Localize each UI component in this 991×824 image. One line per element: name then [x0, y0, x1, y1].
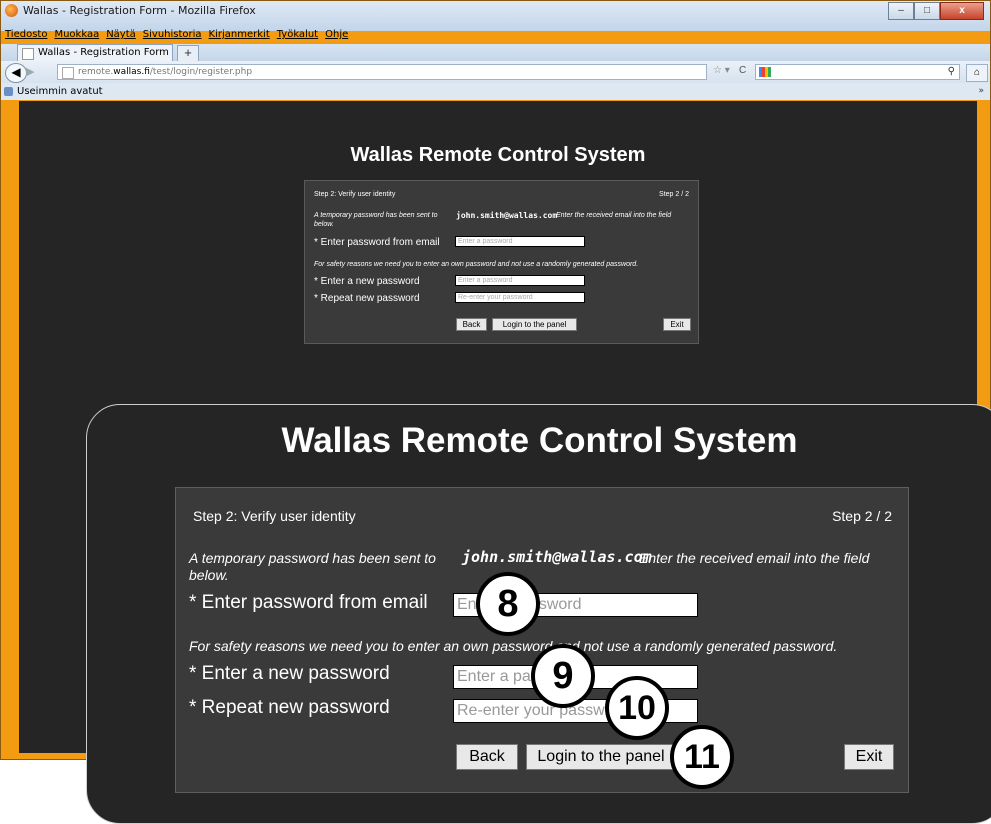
- zoom-exit-button[interactable]: Exit: [844, 744, 894, 770]
- bookmarks-overflow[interactable]: »: [978, 83, 984, 100]
- menu-help[interactable]: Ohje: [325, 29, 348, 43]
- zoom-page-title: Wallas Remote Control System: [281, 421, 798, 460]
- zoom-login-button[interactable]: Login to the panel: [526, 744, 676, 770]
- repeat-password-input[interactable]: Re-enter your password: [455, 292, 585, 303]
- url-path: /test/login/register.php: [149, 67, 253, 77]
- menu-history[interactable]: Sivuhistoria: [143, 29, 202, 43]
- close-button[interactable]: x: [940, 2, 984, 20]
- search-icon[interactable]: ⚲: [948, 66, 955, 77]
- firefox-icon: [5, 4, 18, 17]
- login-button-small[interactable]: Login to the panel: [492, 318, 577, 331]
- reload-icon[interactable]: C: [739, 65, 746, 76]
- tab-strip: Wallas - Registration Form +: [1, 44, 990, 62]
- step-counter: Step 2 / 2: [659, 191, 689, 198]
- zoom-callout: Wallas Remote Control System Step 2: Ver…: [86, 404, 991, 824]
- zoom-user-email: john.smith@wallas.com: [462, 548, 652, 566]
- zoom-safety-message: For safety reasons we need you to enter …: [189, 638, 838, 654]
- forward-arrow-icon: ▶: [26, 66, 35, 78]
- repeat-password-label: * Repeat new password: [314, 293, 420, 304]
- callout-badge-8: 8: [476, 572, 540, 636]
- temp-password-message: A temporary password has been sent to: [314, 212, 438, 219]
- menu-bar: Tiedosto Muokkaa Näytä Sivuhistoria Kirj…: [1, 29, 348, 43]
- menu-file[interactable]: Tiedosto: [5, 29, 47, 43]
- bookmark-star-icon[interactable]: ☆ ▾: [713, 65, 730, 76]
- menu-edit[interactable]: Muokkaa: [54, 29, 99, 43]
- zoom-email-password-label: * Enter password from email: [189, 592, 428, 613]
- home-icon: ⌂: [973, 67, 981, 78]
- back-arrow-icon: ◀: [11, 65, 21, 79]
- zoom-repeat-password-label: * Repeat new password: [189, 697, 390, 718]
- menu-view[interactable]: Näytä: [106, 29, 136, 43]
- page-title: Wallas Remote Control System: [350, 144, 646, 166]
- menu-bookmarks[interactable]: Kirjanmerkit: [209, 29, 270, 43]
- url-domain: wallas.fi: [113, 67, 150, 77]
- tab-registration-form[interactable]: Wallas - Registration Form: [17, 44, 173, 61]
- title-bar: Wallas - Registration Form - Mozilla Fir…: [1, 1, 990, 31]
- zoom-temp-password-instruction-cont: below.: [189, 567, 229, 583]
- window-title: Wallas - Registration Form - Mozilla Fir…: [23, 4, 256, 17]
- callout-badge-10: 10: [605, 676, 669, 740]
- verify-panel: Step 2: Verify user identity Step 2 / 2 …: [304, 180, 699, 344]
- email-password-label: * Enter password from email: [314, 237, 440, 248]
- new-password-input[interactable]: Enter a password: [455, 275, 585, 286]
- email-password-input[interactable]: Enter a password: [455, 236, 585, 247]
- zoom-new-password-label: * Enter a new password: [189, 663, 390, 684]
- bookmark-folder-icon: [4, 87, 13, 96]
- temp-password-instruction: Enter the received email into the field: [556, 212, 672, 219]
- user-email: john.smith@wallas.com: [456, 211, 558, 220]
- safety-message: For safety reasons we need you to enter …: [314, 261, 639, 268]
- back-button[interactable]: ◀: [5, 63, 27, 83]
- url-bar[interactable]: remote.wallas.fi/test/login/register.php: [57, 64, 707, 80]
- page-icon: [22, 48, 34, 60]
- back-button-small[interactable]: Back: [456, 318, 487, 331]
- callout-badge-11: 11: [670, 725, 734, 789]
- site-identity-icon: [62, 67, 74, 79]
- new-tab-button[interactable]: +: [177, 45, 199, 62]
- search-bar[interactable]: ⚲: [755, 64, 960, 80]
- url-prefix: remote.: [78, 67, 114, 77]
- zoom-temp-password-instruction: Enter the received email into the field: [639, 550, 870, 566]
- bookmarks-toolbar: Useimmin avatut »: [1, 83, 990, 100]
- zoom-step-counter: Step 2 / 2: [832, 508, 892, 524]
- tab-label: Wallas - Registration Form: [38, 47, 169, 58]
- zoom-back-button[interactable]: Back: [456, 744, 518, 770]
- zoom-temp-password-message: A temporary password has been sent to: [189, 550, 436, 566]
- callout-badge-9: 9: [531, 644, 595, 708]
- exit-button-small[interactable]: Exit: [663, 318, 691, 331]
- navigation-bar: ◀ ▶ remote.wallas.fi/test/login/register…: [1, 61, 990, 83]
- window-controls: – □ x: [888, 2, 984, 20]
- zoom-step-label: Step 2: Verify user identity: [193, 508, 356, 524]
- zoom-verify-panel: Step 2: Verify user identity Step 2 / 2 …: [175, 487, 909, 793]
- google-icon[interactable]: [759, 67, 771, 77]
- minimize-button[interactable]: –: [888, 2, 914, 20]
- maximize-button[interactable]: □: [914, 2, 940, 20]
- step-label: Step 2: Verify user identity: [314, 191, 396, 198]
- home-button[interactable]: ⌂: [966, 64, 988, 82]
- bookmark-most-visited[interactable]: Useimmin avatut: [17, 86, 103, 97]
- new-password-label: * Enter a new password: [314, 276, 420, 287]
- forward-button[interactable]: ▶: [26, 65, 34, 78]
- temp-password-instruction-cont: below.: [314, 221, 334, 228]
- menu-tools[interactable]: Työkalut: [277, 29, 318, 43]
